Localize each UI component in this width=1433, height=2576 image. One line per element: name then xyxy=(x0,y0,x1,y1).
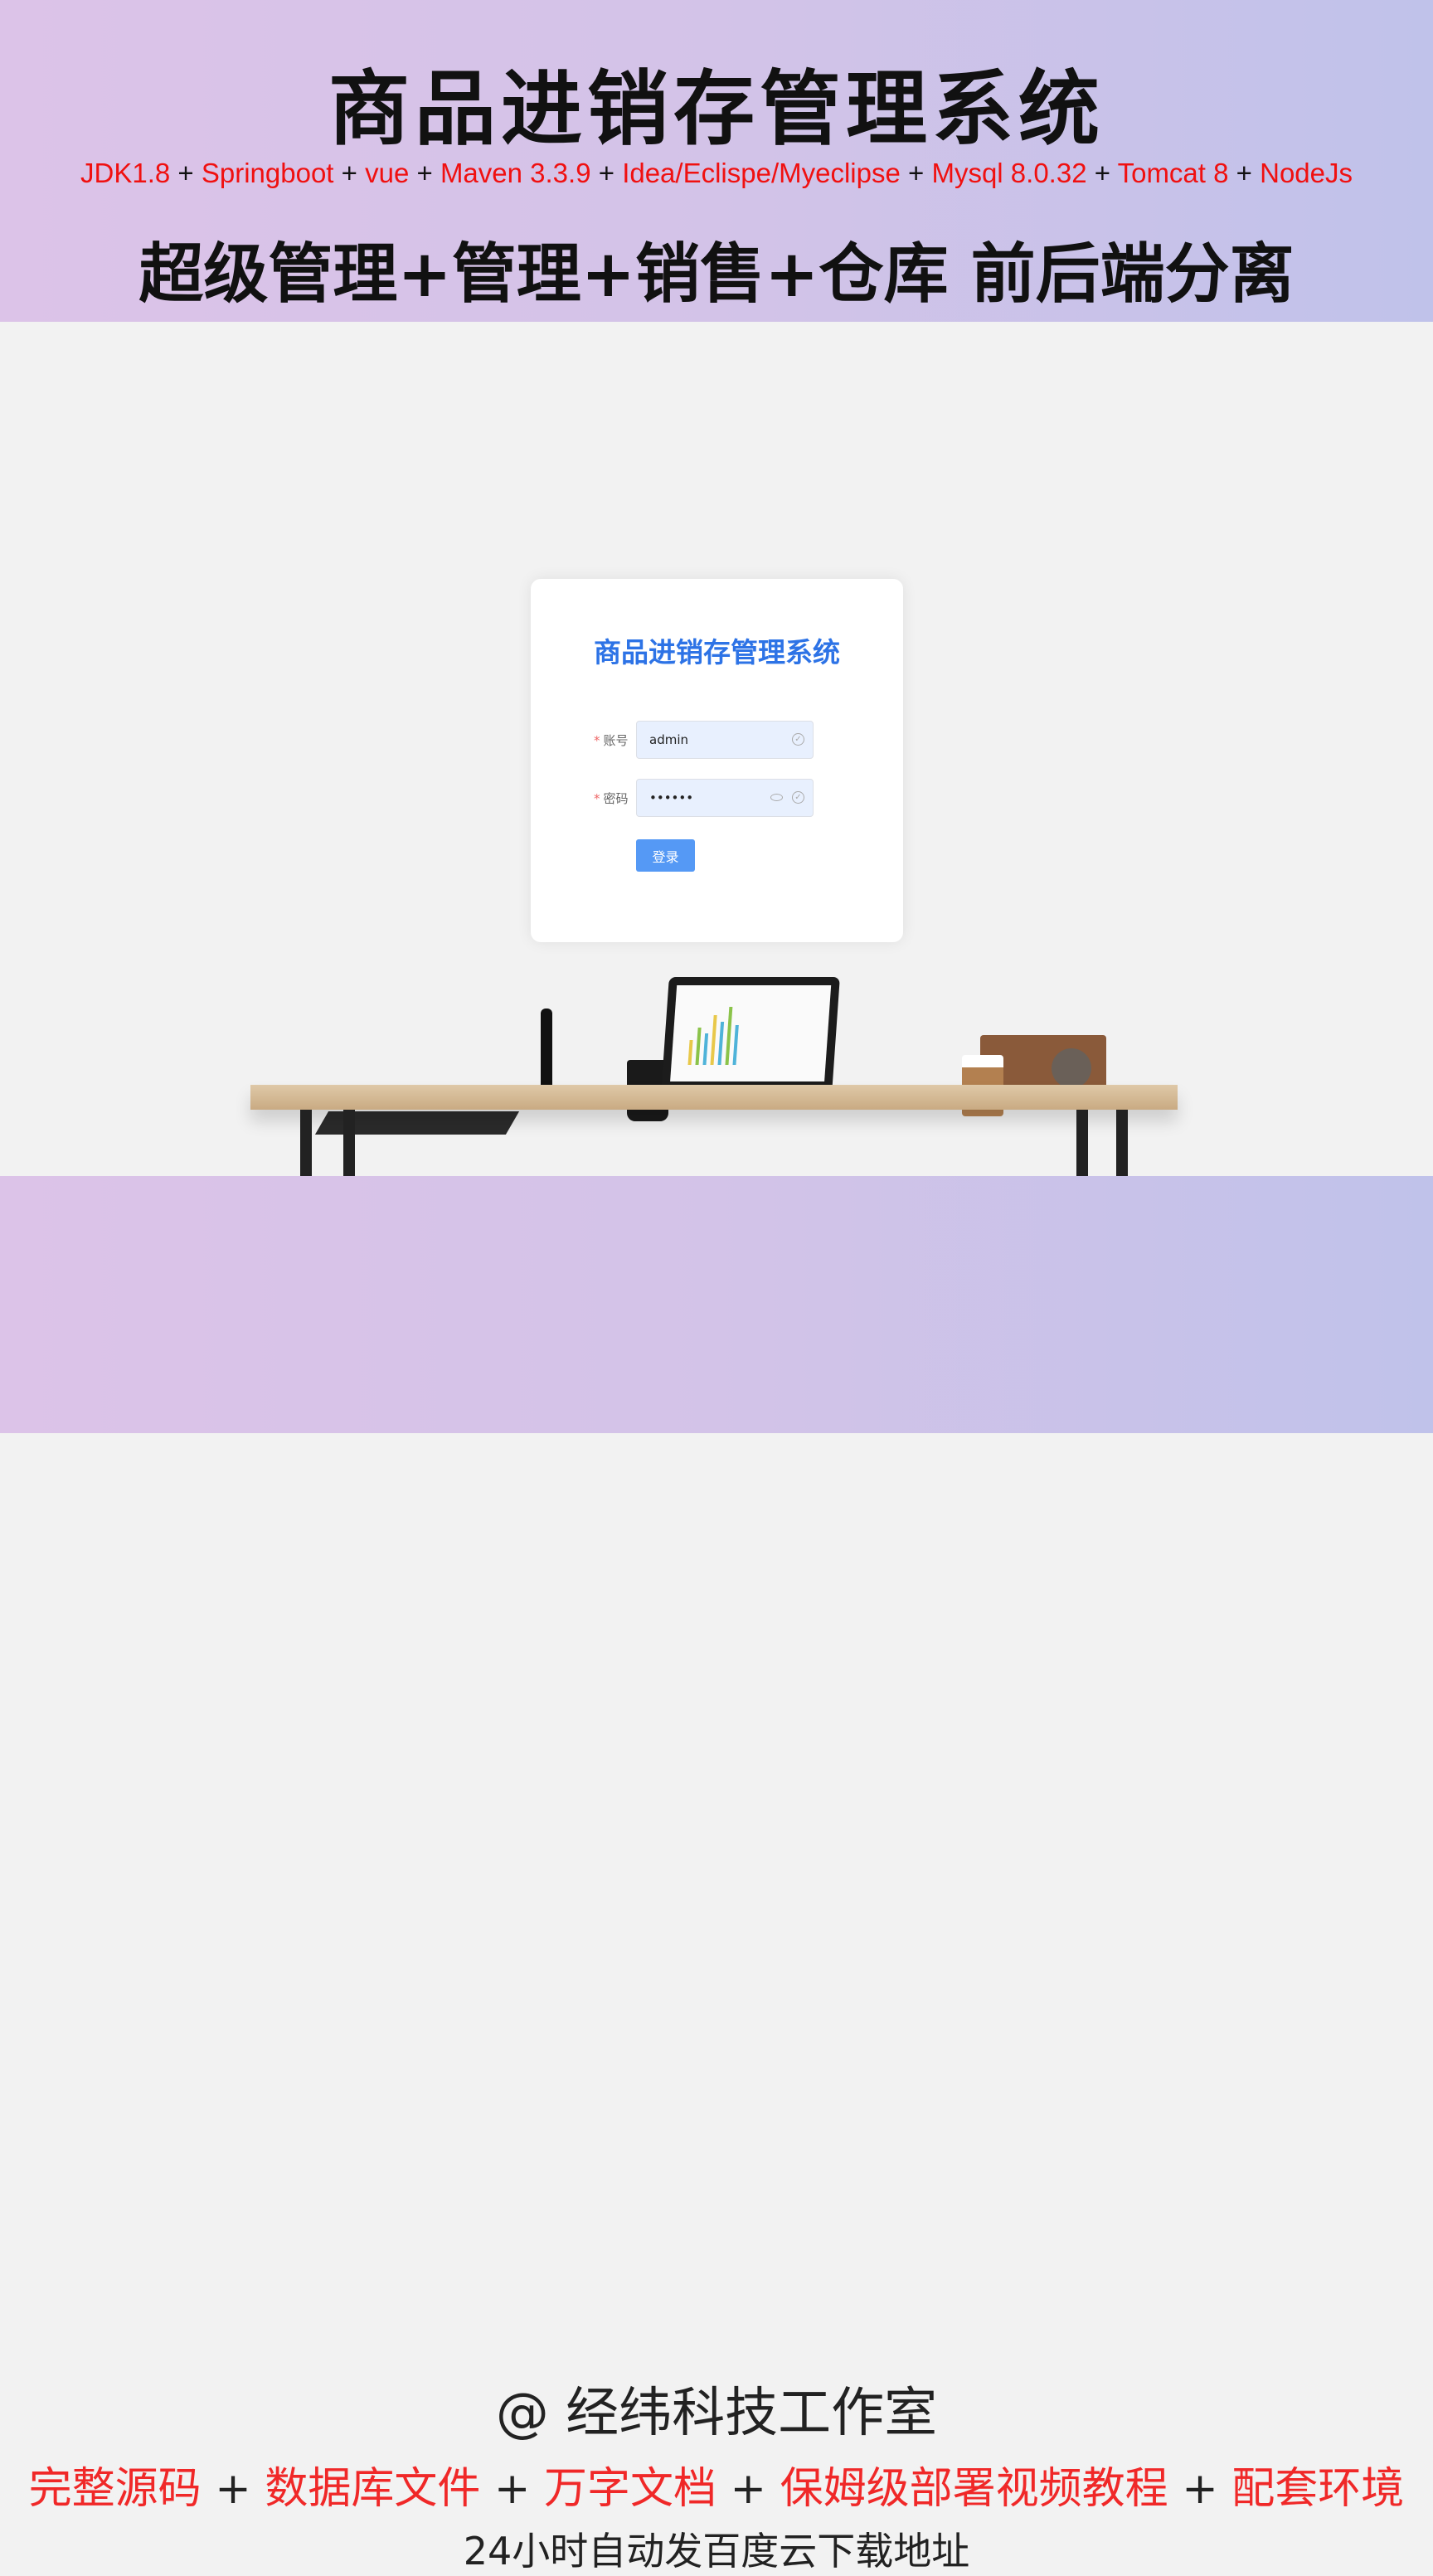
desk-leg xyxy=(343,1110,355,1176)
laptop-decoration xyxy=(661,977,840,1093)
password-value: •••••• xyxy=(649,790,694,805)
feature-item: 保姆级部署视频教程 xyxy=(780,2464,1168,2514)
plus: + xyxy=(215,2464,251,2514)
statue-decoration xyxy=(541,1009,552,1095)
tech-item: Mysql 8.0.32 xyxy=(931,158,1087,188)
required-mark: * xyxy=(594,733,600,748)
account-label-text: 账号 xyxy=(603,733,629,748)
tech-item: Idea/Eclispe/Myeclipse xyxy=(622,158,901,188)
banner-subtitle: 超级管理+管理+销售+仓库 前后端分离 xyxy=(138,237,1295,312)
plus: + xyxy=(908,158,925,188)
download-note: 24小时自动发百度云下载地址 xyxy=(463,2529,970,2574)
check-circle-icon: ✓ xyxy=(792,791,804,804)
screen-bar-decoration xyxy=(695,1028,702,1065)
tech-item: NodeJs xyxy=(1260,158,1353,188)
eye-icon[interactable] xyxy=(770,794,783,801)
screen-bar-decoration xyxy=(717,1022,725,1065)
tech-item: Springboot xyxy=(201,158,334,188)
account-label: * 账号 xyxy=(594,731,629,749)
plus: + xyxy=(1182,2464,1218,2514)
tech-item: vue xyxy=(365,158,410,188)
desk-leg xyxy=(1076,1110,1088,1176)
login-title: 商品进销存管理系统 xyxy=(594,636,840,668)
feature-item: 数据库文件 xyxy=(265,2464,481,2514)
speaker-decoration xyxy=(1052,1048,1091,1088)
plus: + xyxy=(177,158,194,188)
login-card: 商品进销存管理系统 * 账号 admin ✓ * 密码 •••••• ✓ 登录 xyxy=(531,579,903,942)
plus: + xyxy=(341,158,357,188)
screen-bar-decoration xyxy=(702,1033,709,1065)
screen-bar-decoration xyxy=(710,1015,717,1065)
tech-item: JDK1.8 xyxy=(80,158,171,188)
screen-bar-decoration xyxy=(732,1025,739,1065)
laptop-screen xyxy=(670,985,832,1081)
account-value: admin xyxy=(649,732,688,747)
tech-stack: JDK1.8 + Springboot + vue + Maven 3.3.9 … xyxy=(0,158,1433,189)
plus: + xyxy=(493,2464,531,2514)
top-banner: 商品进销存管理系统 JDK1.8 + Springboot + vue + Ma… xyxy=(0,0,1433,322)
tech-item: Maven 3.3.9 xyxy=(440,158,591,188)
features: 完整源码 + 数据库文件 + 万字文档 + 保姆级部署视频教程 + 配套环境 xyxy=(0,2453,1433,2515)
required-mark: * xyxy=(594,791,600,806)
tech-item: Tomcat 8 xyxy=(1117,158,1229,188)
check-circle-icon: ✓ xyxy=(792,733,804,746)
banner-title: 商品进销存管理系统 xyxy=(328,62,1105,157)
bottom-banner: @ 经纬科技工作室 完整源码 + 数据库文件 + 万字文档 + 保姆级部署视频教… xyxy=(0,1176,1433,2574)
password-label: * 密码 xyxy=(594,790,629,807)
plus: + xyxy=(598,158,615,188)
password-input[interactable]: •••••• ✓ xyxy=(636,779,814,817)
screen-bar-decoration xyxy=(687,1040,693,1065)
screen-bar-decoration xyxy=(725,1007,733,1065)
feature-item: 配套环境 xyxy=(1231,2464,1405,2514)
desk-leg xyxy=(1116,1110,1128,1176)
plus: + xyxy=(1094,158,1111,188)
password-label-text: 密码 xyxy=(603,791,629,806)
desk-top xyxy=(250,1085,1178,1110)
plus: + xyxy=(416,158,433,188)
studio-name: @ 经纬科技工作室 xyxy=(495,2383,938,2444)
account-input[interactable]: admin ✓ xyxy=(636,721,814,759)
feature-item: 万字文档 xyxy=(543,2464,716,2514)
feature-item: 完整源码 xyxy=(28,2464,202,2514)
plus: + xyxy=(730,2464,767,2514)
login-button[interactable]: 登录 xyxy=(636,839,695,872)
desk-leg xyxy=(300,1110,312,1176)
plus: + xyxy=(1236,158,1252,188)
